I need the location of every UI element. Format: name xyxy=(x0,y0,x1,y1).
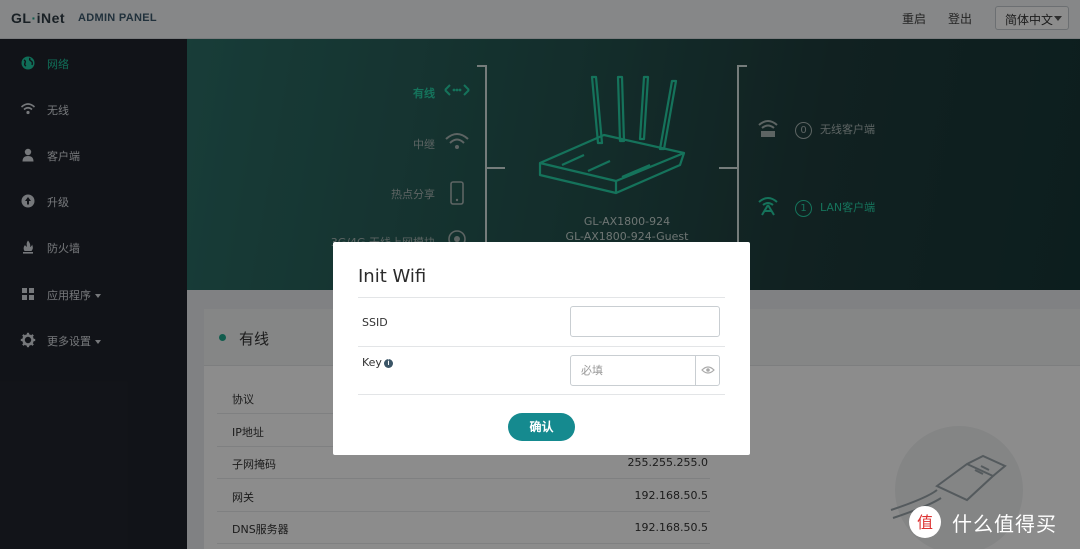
init-wifi-dialog: Init Wifi SSID Key i 确认 xyxy=(333,242,750,455)
ssid-input[interactable] xyxy=(570,306,720,337)
eye-icon xyxy=(701,366,715,374)
key-label-text: Key xyxy=(362,356,382,369)
watermark-badge: 值 xyxy=(917,513,933,532)
key-label: Key i xyxy=(362,356,393,369)
divider xyxy=(358,346,725,347)
ssid-label: SSID xyxy=(362,316,388,329)
divider xyxy=(358,394,725,395)
watermark-logo-icon: 值 xyxy=(909,506,941,538)
show-password-button[interactable] xyxy=(695,355,720,386)
confirm-button[interactable]: 确认 xyxy=(508,413,575,441)
info-icon[interactable]: i xyxy=(383,359,393,368)
watermark-text: 什么值得买 xyxy=(952,512,1057,536)
divider xyxy=(358,297,725,298)
dialog-title: Init Wifi xyxy=(358,266,427,287)
